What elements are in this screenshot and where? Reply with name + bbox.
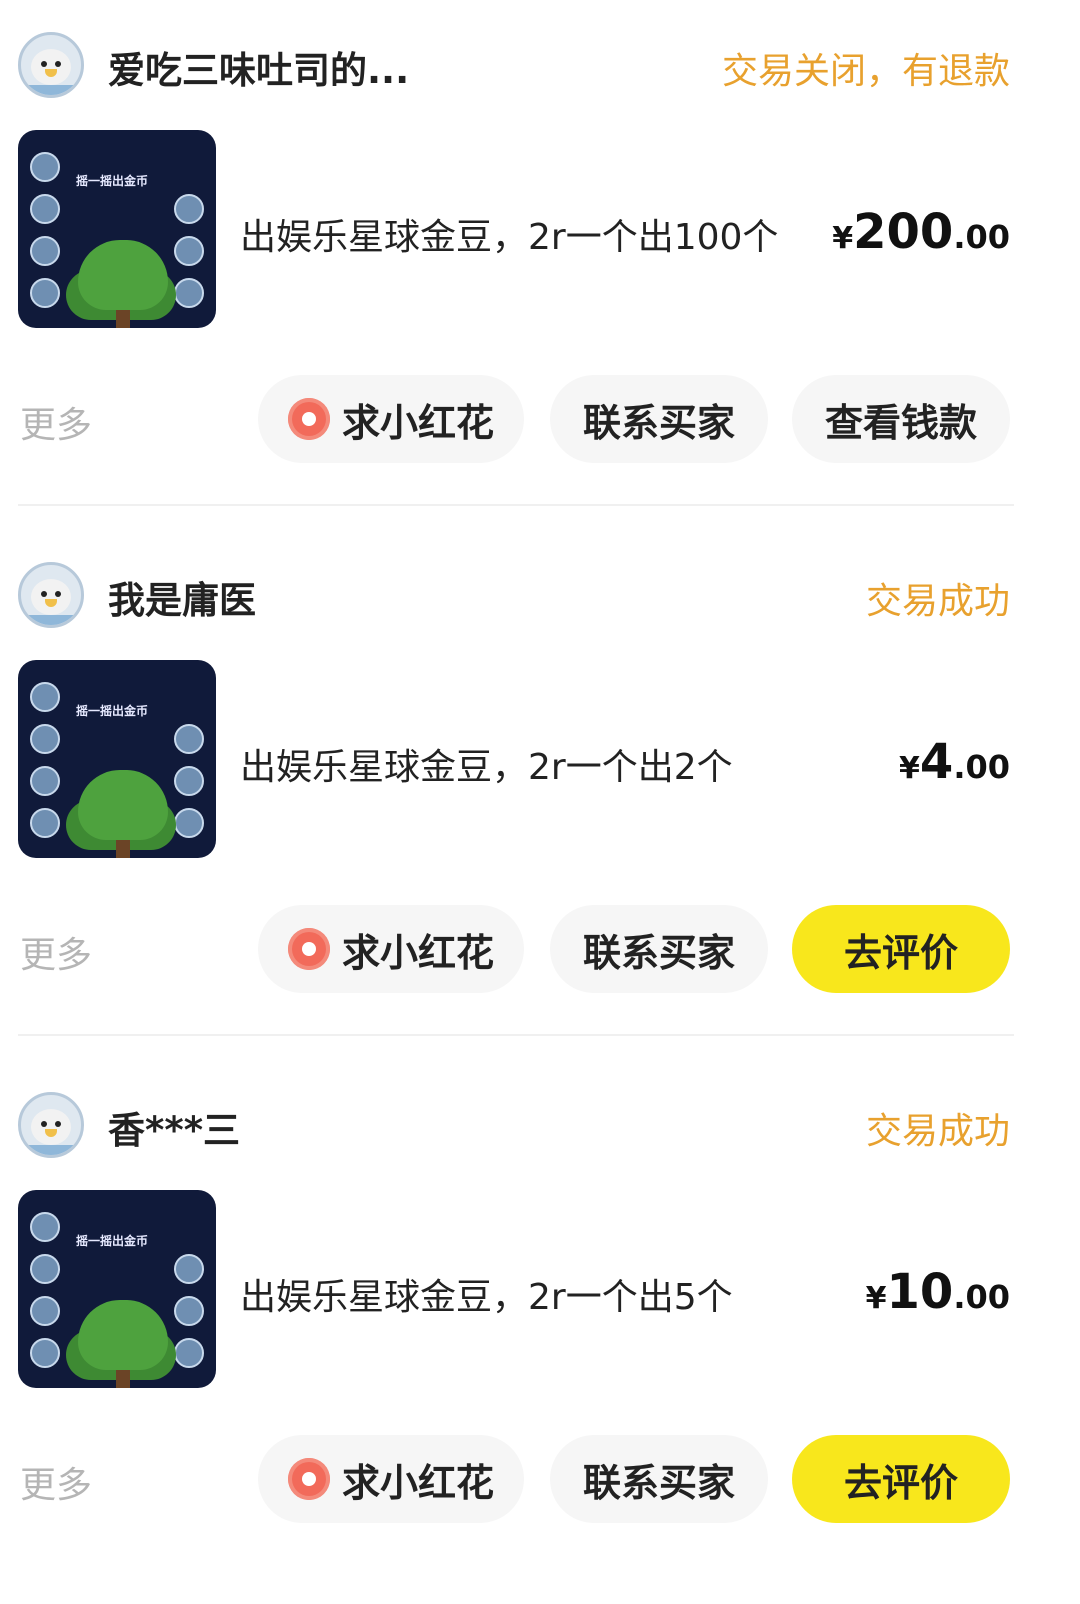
buyer-name[interactable]: 香***三 <box>108 1100 240 1154</box>
review-button[interactable]: 去评价 <box>792 905 1010 993</box>
more-link[interactable]: 更多 <box>20 1456 92 1508</box>
product-title[interactable]: 出娱乐星球金豆，2r一个出5个 <box>240 1268 733 1320</box>
buyer-avatar[interactable] <box>18 1092 84 1158</box>
flower-icon <box>287 398 330 440</box>
view-payment-button[interactable]: 查看钱款 <box>792 375 1010 463</box>
more-link[interactable]: 更多 <box>20 396 92 448</box>
order-status: 交易成功 <box>865 1111 1010 1152</box>
thumbnail-caption: 摇一摇出金币 <box>76 704 149 718</box>
order-card: 香***三 交易成功 摇一摇出金币 出娱乐星球金豆，2r一个出5个 ¥10.00… <box>0 1060 1080 1590</box>
product-thumbnail[interactable]: 摇一摇出金币 <box>18 1190 216 1388</box>
product-thumbnail[interactable]: 摇一摇出金币 <box>18 130 216 328</box>
product-title[interactable]: 出娱乐星球金豆，2r一个出2个 <box>240 738 733 790</box>
product-thumbnail[interactable]: 摇一摇出金币 <box>18 660 216 858</box>
ask-flower-button[interactable]: 求小红花 <box>258 905 524 993</box>
buyer-name[interactable]: 爱吃三味吐司的... <box>108 40 409 94</box>
divider <box>18 504 1014 506</box>
order-header: 我是庸医 交易成功 <box>0 560 1080 630</box>
review-button[interactable]: 去评价 <box>792 1435 1010 1523</box>
order-status: 交易成功 <box>865 581 1010 622</box>
contact-buyer-button[interactable]: 联系买家 <box>550 1435 768 1523</box>
order-price: ¥4.00 <box>899 734 1010 790</box>
product-title[interactable]: 出娱乐星球金豆，2r一个出100个 <box>240 208 778 260</box>
ask-flower-button[interactable]: 求小红花 <box>258 1435 524 1523</box>
contact-buyer-button[interactable]: 联系买家 <box>550 905 768 993</box>
buyer-avatar[interactable] <box>18 32 84 98</box>
buyer-avatar[interactable] <box>18 562 84 628</box>
order-header: 爱吃三味吐司的... 交易关闭，有退款 <box>0 30 1080 100</box>
thumbnail-caption: 摇一摇出金币 <box>76 1234 149 1248</box>
order-card: 我是庸医 交易成功 摇一摇出金币 出娱乐星球金豆，2r一个出2个 ¥4.00 更… <box>0 530 1080 1060</box>
thumbnail-caption: 摇一摇出金币 <box>76 174 149 188</box>
order-header: 香***三 交易成功 <box>0 1090 1080 1160</box>
flower-icon <box>287 1458 330 1500</box>
order-price: ¥200.00 <box>832 204 1010 260</box>
contact-buyer-button[interactable]: 联系买家 <box>550 375 768 463</box>
divider <box>18 1034 1014 1036</box>
ask-flower-button[interactable]: 求小红花 <box>258 375 524 463</box>
order-status: 交易关闭，有退款 <box>721 51 1010 92</box>
flower-icon <box>287 928 330 970</box>
more-link[interactable]: 更多 <box>20 926 92 978</box>
order-price: ¥10.00 <box>865 1264 1010 1320</box>
buyer-name[interactable]: 我是庸医 <box>108 570 256 624</box>
order-card: 爱吃三味吐司的... 交易关闭，有退款 摇一摇出金币 出娱乐星球金豆，2r一个出… <box>0 0 1080 530</box>
